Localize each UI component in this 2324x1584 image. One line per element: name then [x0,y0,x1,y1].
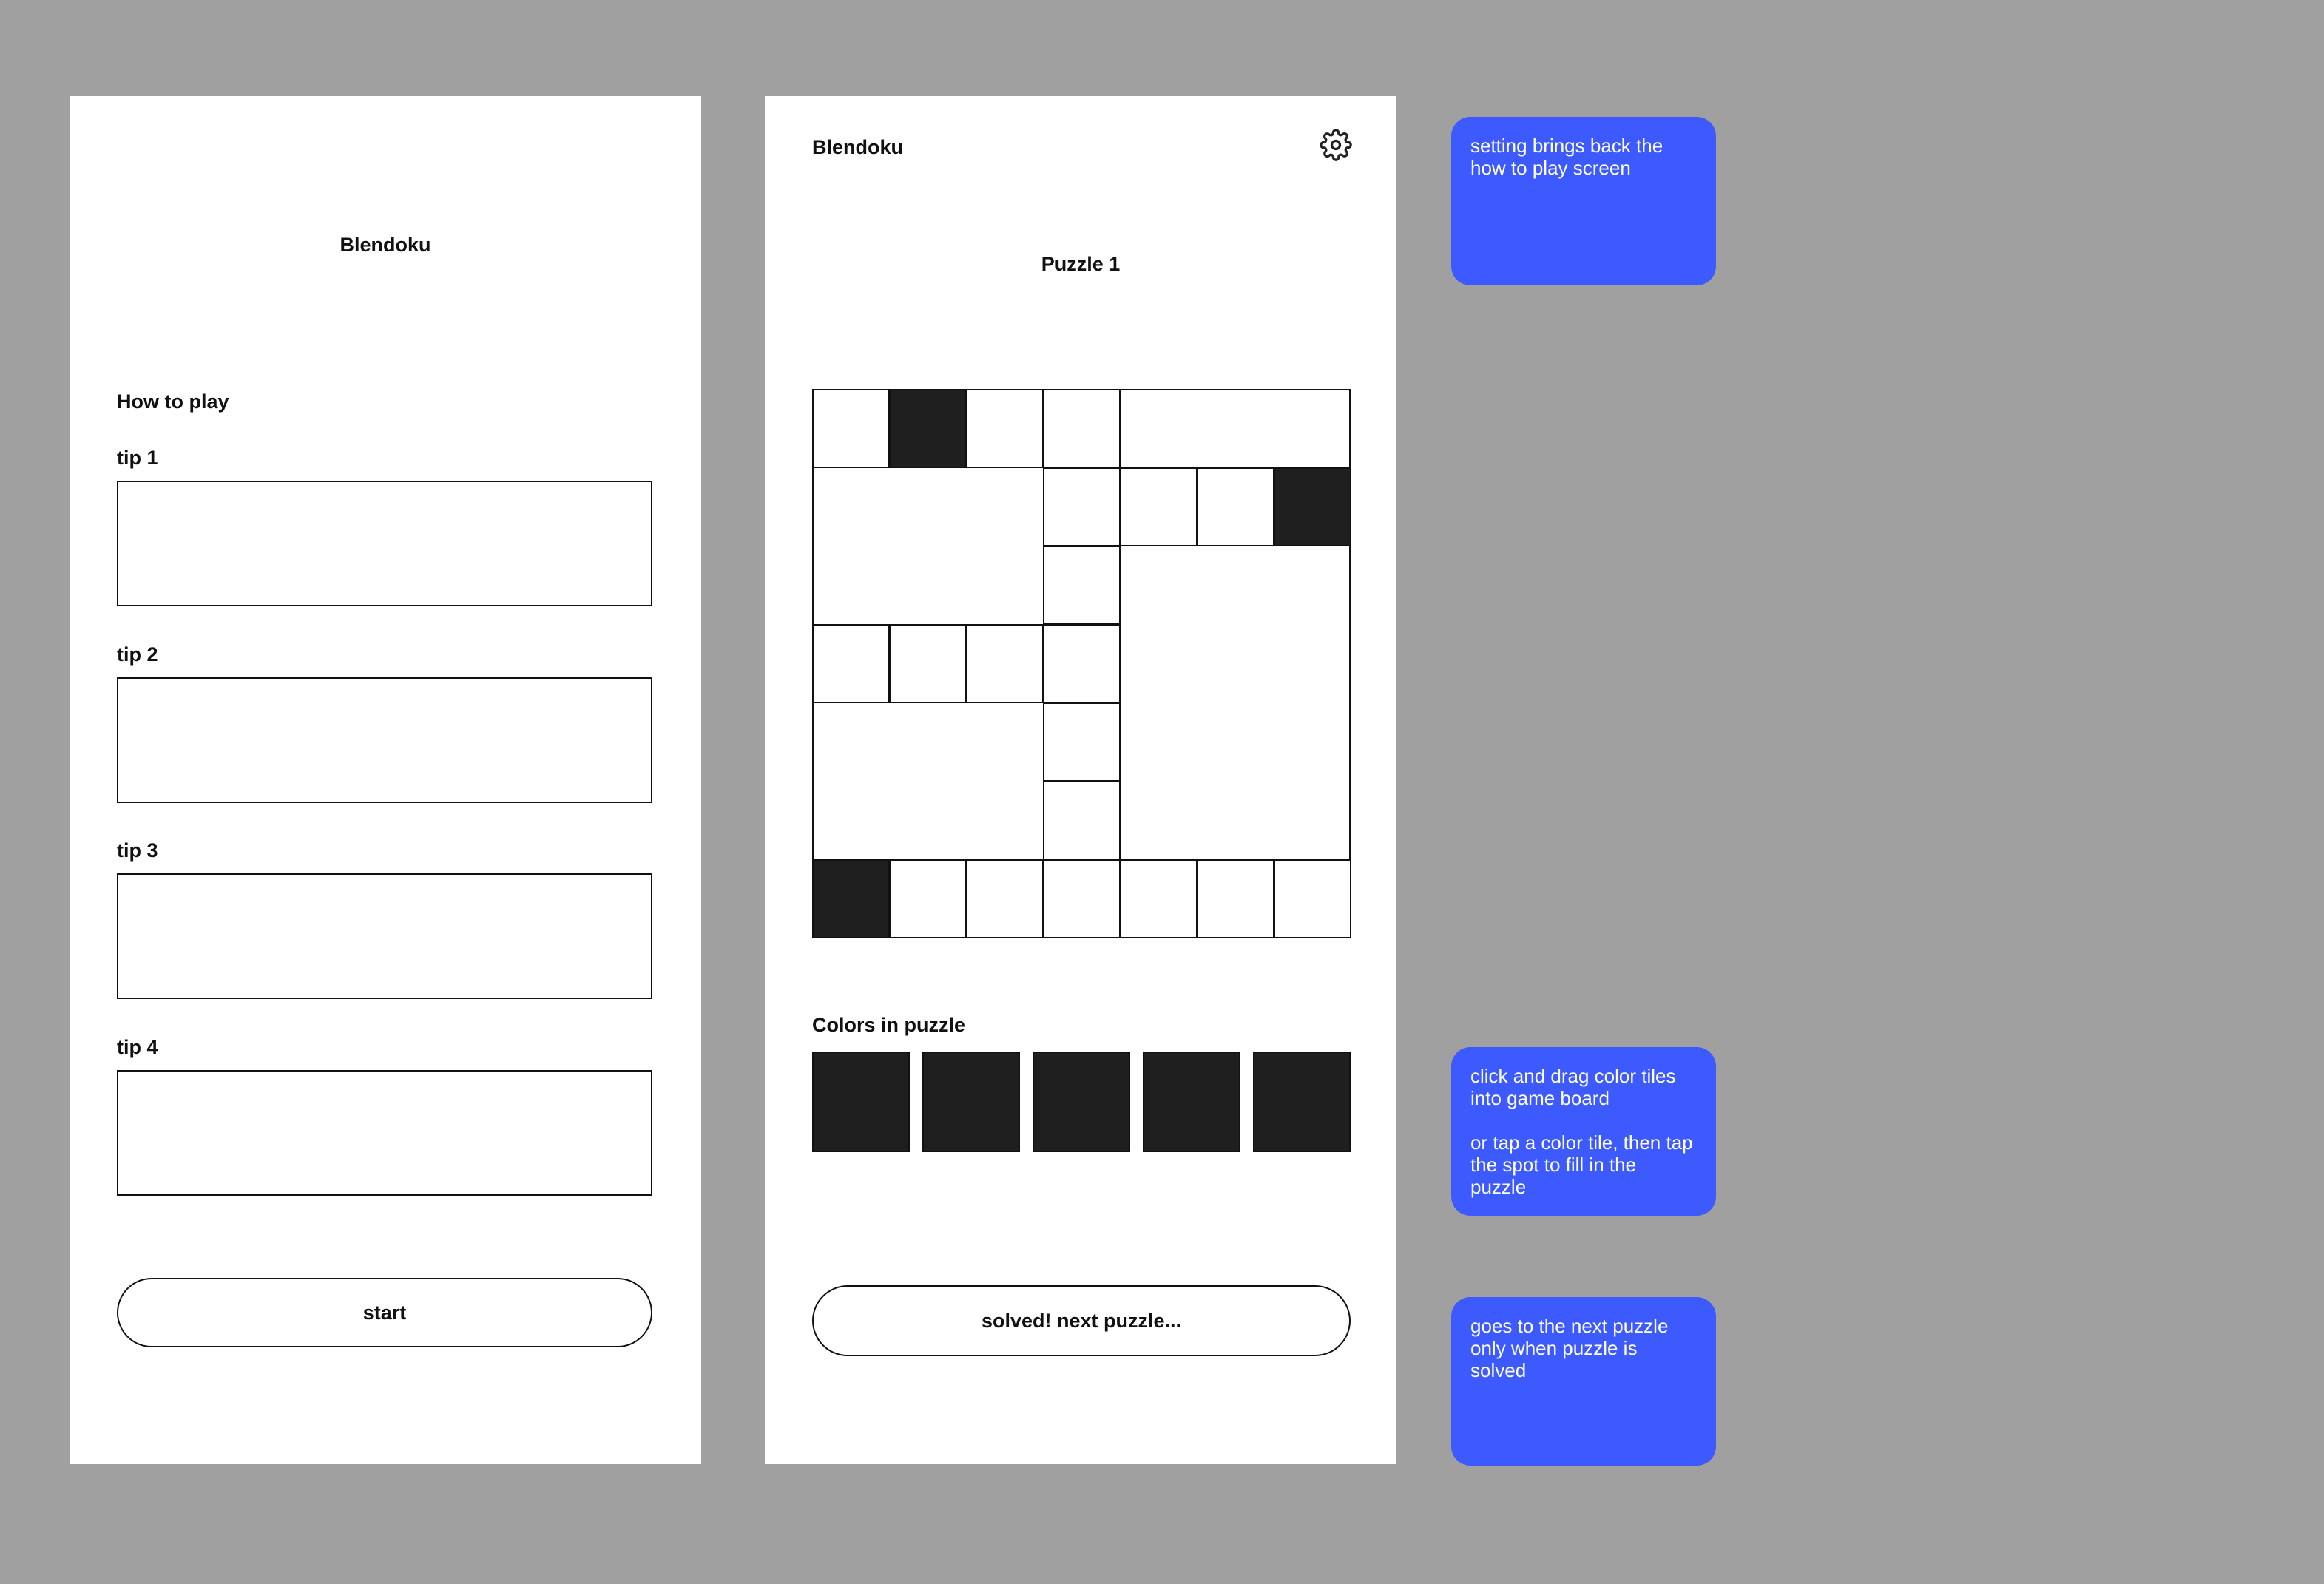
board-cell-empty[interactable] [812,624,890,703]
board-cell-empty[interactable] [1120,467,1198,546]
drag-note-text-2: or tap a color tile, then tap the spot t… [1470,1131,1693,1198]
tip-1-label: tip 1 [117,447,158,469]
board-cell-empty[interactable] [1043,703,1121,782]
settings-note: setting brings back the how to play scre… [1451,117,1716,285]
board-cell-filled[interactable] [1274,467,1351,546]
how-to-play-screen: Blendoku How to play tip 1 tip 2 tip 3 t… [70,96,701,1464]
board-cell-empty[interactable] [812,389,890,468]
board-cell-empty[interactable] [1043,781,1121,860]
color-tile-4[interactable] [1143,1052,1240,1152]
board-cell-empty[interactable] [889,859,967,938]
puzzle-title: Puzzle 1 [1041,253,1121,275]
start-button[interactable]: start [117,1278,652,1347]
next-puzzle-note: goes to the next puzzle only when puzzle… [1451,1297,1716,1466]
tip-2-box [117,677,652,803]
drag-note-text-1: click and drag color tiles into game boa… [1470,1065,1676,1109]
board-cell-empty[interactable] [1043,467,1121,546]
game-board [812,389,1351,938]
next-puzzle-button[interactable]: solved! next puzzle... [812,1285,1351,1356]
color-tile-5[interactable] [1253,1052,1351,1152]
settings-note-text: setting brings back the how to play scre… [1470,135,1663,179]
tip-4-label: tip 4 [117,1036,158,1058]
board-cell-empty[interactable] [1043,624,1121,703]
tip-3-label: tip 3 [117,839,158,862]
color-tile-2[interactable] [922,1052,1020,1152]
app-title: Blendoku [340,234,431,256]
color-tile-1[interactable] [812,1052,910,1152]
drag-note: click and drag color tiles into game boa… [1451,1047,1716,1216]
board-cell-empty[interactable] [1043,859,1121,938]
board-cell-empty[interactable] [966,859,1044,938]
color-tile-3[interactable] [1033,1052,1130,1152]
board-cell-empty[interactable] [889,624,967,703]
board-cell-empty[interactable] [1274,859,1351,938]
tip-2-label: tip 2 [117,643,158,666]
board-cell-filled[interactable] [889,389,967,468]
board-cell-empty[interactable] [1197,859,1274,938]
app-title: Blendoku [812,136,904,158]
colors-heading: Colors in puzzle [812,1014,966,1036]
board-cell-empty[interactable] [1197,467,1274,546]
board-cell-empty[interactable] [966,624,1044,703]
board-cell-empty[interactable] [1043,546,1121,625]
tip-4-box [117,1070,652,1196]
gear-icon[interactable] [1320,129,1352,161]
puzzle-screen: Blendoku Puzzle 1 Colors in puzzle solve… [765,96,1396,1464]
tip-3-box [117,873,652,999]
how-to-play-heading: How to play [117,390,229,413]
tip-1-box [117,481,652,606]
board-cell-filled[interactable] [812,859,890,938]
board-cell-empty[interactable] [1120,859,1198,938]
next-note-text: goes to the next puzzle only when puzzle… [1470,1315,1669,1381]
board-cell-empty[interactable] [966,389,1044,468]
board-cell-empty[interactable] [1043,389,1121,468]
